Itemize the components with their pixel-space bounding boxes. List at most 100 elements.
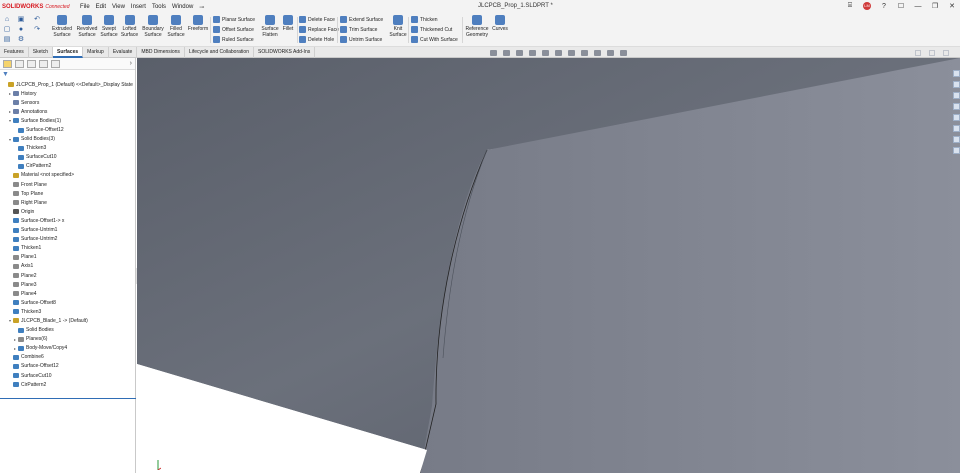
swept-surface-button[interactable]: Swept Surface xyxy=(100,15,118,38)
tab-surfaces[interactable]: Surfaces xyxy=(53,47,84,58)
tree-item-plane4[interactable]: Plane4 xyxy=(0,289,135,298)
close-icon[interactable]: ✕ xyxy=(948,2,956,10)
reference-geometry-button[interactable]: Reference Geometry xyxy=(464,15,490,38)
cut-with-surface-button[interactable]: Cut With Surface xyxy=(411,36,458,43)
viewport-maximize-icon[interactable] xyxy=(929,50,935,56)
menu-window[interactable]: Window xyxy=(172,4,193,10)
tree-item-history[interactable]: ▸ History xyxy=(0,89,135,98)
surface-flatten-button[interactable]: Surface Flatten xyxy=(260,15,280,38)
delete-face-button[interactable]: Delete Face xyxy=(299,16,335,23)
tree-item-combine6[interactable]: Combine6 xyxy=(0,353,135,362)
appearance-icon[interactable] xyxy=(581,50,588,56)
minimize-icon[interactable]: — xyxy=(914,3,922,10)
tree-item-cirpattern2[interactable]: CirPattern2 xyxy=(0,380,135,389)
menu-view[interactable]: View xyxy=(112,4,125,10)
tree-item-thicken3[interactable]: Thicken3 xyxy=(0,307,135,316)
offset-surface-button[interactable]: Offset Surface xyxy=(213,26,254,33)
restore-icon[interactable]: ❐ xyxy=(931,2,939,10)
knit-surface-button[interactable]: Knit Surface xyxy=(389,15,407,38)
tree-item-surface-offset1-x[interactable]: Surface-Offset1-> x xyxy=(0,216,135,225)
display-manager-icon[interactable] xyxy=(51,59,60,68)
thicken-button[interactable]: Thicken xyxy=(411,16,438,23)
previous-view-icon[interactable] xyxy=(516,50,523,56)
options-icon[interactable]: ⚙ xyxy=(17,36,25,44)
freeform-button[interactable]: Freeform xyxy=(186,15,210,32)
undo-icon[interactable]: ↶ xyxy=(33,16,41,24)
graphics-area[interactable] xyxy=(137,58,960,473)
view-palette-icon[interactable] xyxy=(953,103,960,110)
tree-item-front-plane[interactable]: Front Plane xyxy=(0,180,135,189)
delete-hole-button[interactable]: Delete Hole xyxy=(299,36,334,43)
tab-mbd-dimensions[interactable]: MBD Dimensions xyxy=(137,47,185,58)
tab-sketch[interactable]: Sketch xyxy=(29,47,54,58)
feature-manager-icon[interactable] xyxy=(3,59,12,68)
tree-item-thicken3[interactable]: Thicken3 xyxy=(0,144,135,153)
tree-item-top-plane[interactable]: Top Plane xyxy=(0,189,135,198)
property-manager-icon[interactable] xyxy=(15,59,24,68)
tree-item-right-plane[interactable]: Right Plane xyxy=(0,198,135,207)
tree-item-surface-untrim2[interactable]: Surface-Untrim2 xyxy=(0,235,135,244)
tree-item-surface-bodies-1[interactable]: ▾ Surface Bodies(1) xyxy=(0,116,135,125)
configuration-manager-icon[interactable] xyxy=(27,59,36,68)
tree-item-body-move-copy4[interactable]: ▸ Body-Move/Copy4 xyxy=(0,344,135,353)
tab-markup[interactable]: Markup xyxy=(83,47,109,58)
curves-button[interactable]: Curves xyxy=(491,15,509,32)
tree-item-surface-offset8[interactable]: Surface-Offset8 xyxy=(0,298,135,307)
select-icon[interactable]: ▤ xyxy=(3,36,11,44)
redo-icon[interactable]: ↷ xyxy=(33,26,41,34)
tree-item-surface-offset12[interactable]: Surface-Offset12 xyxy=(0,362,135,371)
hide-show-icon[interactable] xyxy=(568,50,575,56)
tree-item-origin[interactable]: Origin xyxy=(0,207,135,216)
tree-item-jlcpcb-blade-1-default[interactable]: ▾ JLCPCB_Blade_1 -> (Default) xyxy=(0,316,135,325)
tab-solidworks-add-ins[interactable]: SOLIDWORKS Add-Ins xyxy=(254,47,316,58)
tree-item-cirpattern2[interactable]: CirPattern2 xyxy=(0,162,135,171)
tree-item-planes-6[interactable]: ▸ Planes(6) xyxy=(0,335,135,344)
section-view-icon[interactable] xyxy=(529,50,536,56)
rebuild-icon[interactable]: ● xyxy=(17,26,25,34)
filter-icon[interactable]: ▼ xyxy=(0,70,135,80)
tab-life-ycle-and-collaboration[interactable]: Lifeсycle and Collaboration xyxy=(185,47,254,58)
view-settings-icon[interactable] xyxy=(607,50,614,56)
appearances-icon[interactable] xyxy=(953,114,960,121)
display-pane-icon[interactable] xyxy=(620,50,627,56)
zoom-area-icon[interactable] xyxy=(503,50,510,56)
thickened-cut-button[interactable]: Thickened Cut xyxy=(411,26,452,33)
terminal-icon[interactable]: ⌸ xyxy=(846,2,854,10)
tree-item-plane2[interactable]: Plane2 xyxy=(0,271,135,280)
menu-insert[interactable]: Insert xyxy=(131,4,146,10)
solidworks-forum-icon[interactable] xyxy=(953,136,960,143)
tree-item-material-not-specified[interactable]: Material <not specified> xyxy=(0,171,135,180)
tree-item-solid-bodies-3[interactable]: ▾ Solid Bodies(3) xyxy=(0,135,135,144)
tree-item-axis1[interactable]: Axis1 xyxy=(0,262,135,271)
help-icon[interactable]: ? xyxy=(880,3,888,10)
view-orientation-icon[interactable] xyxy=(542,50,549,56)
tree-item-surface-offset12[interactable]: Surface-Offset12 xyxy=(0,125,135,134)
display-style-icon[interactable] xyxy=(555,50,562,56)
tree-item-plane1[interactable]: Plane1 xyxy=(0,253,135,262)
tree-item-thicken1[interactable]: Thicken1 xyxy=(0,244,135,253)
fillet-button[interactable]: Fillet xyxy=(281,15,295,32)
ruled-surface-button[interactable]: Ruled Surface xyxy=(213,36,254,43)
menu-edit[interactable]: Edit xyxy=(96,4,106,10)
tree-item-surfacecut10[interactable]: SurfaceCut10 xyxy=(0,371,135,380)
extend-surface-button[interactable]: Extend Surface xyxy=(340,16,383,23)
extruded-surface-button[interactable]: Extruded Surface xyxy=(51,15,73,38)
trim-surface-button[interactable]: Trim Surface xyxy=(340,26,377,33)
settings-icon[interactable] xyxy=(953,147,960,154)
tree-item-surface-untrim1[interactable]: Surface-Untrim1 xyxy=(0,226,135,235)
tab-evaluate[interactable]: Evaluate xyxy=(109,47,138,58)
user-avatar[interactable]: LM xyxy=(863,2,871,10)
tree-item-annotations[interactable]: ▸ Annotations xyxy=(0,107,135,116)
design-library-icon[interactable] xyxy=(953,81,960,88)
new-icon[interactable]: ▢ xyxy=(3,26,11,34)
viewport-restore-icon[interactable] xyxy=(915,50,921,56)
notification-icon[interactable]: ☐ xyxy=(897,2,905,10)
lofted-surface-button[interactable]: Lofted Surface xyxy=(119,15,140,38)
boundary-surface-button[interactable]: Boundary Surface xyxy=(141,15,165,38)
menu-tools[interactable]: Tools xyxy=(152,4,166,10)
pin-icon[interactable]: ⊸ xyxy=(199,4,204,11)
file-explorer-icon[interactable] xyxy=(953,92,960,99)
revolved-surface-button[interactable]: Revolved Surface xyxy=(75,15,99,38)
planar-surface-button[interactable]: Planar Surface xyxy=(213,16,255,23)
filled-surface-button[interactable]: Filled Surface xyxy=(166,15,186,38)
